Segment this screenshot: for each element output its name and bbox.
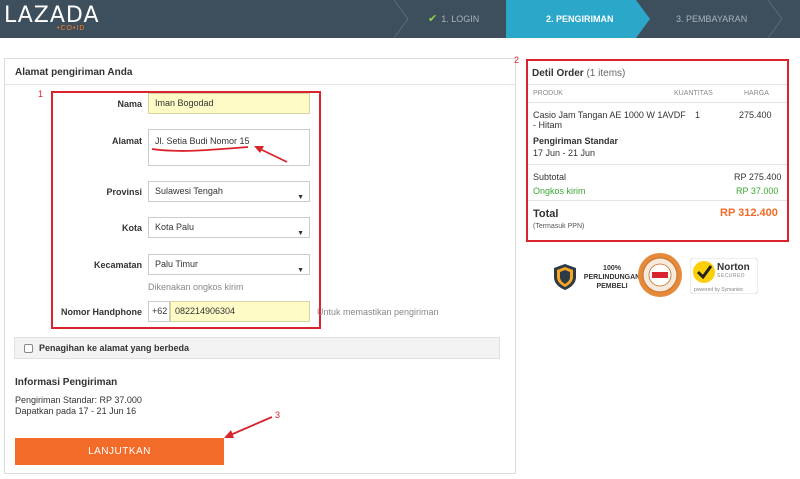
col-price: HARGA (744, 90, 769, 97)
shipping-cost-label: Ongkos kirim (533, 186, 586, 196)
panel-title: Alamat pengiriman Anda (15, 67, 133, 78)
step-login-label: 1. LOGIN (441, 14, 480, 24)
shipping-info-title: Informasi Pengiriman (15, 377, 118, 388)
buyer-protection-shield-icon (554, 264, 576, 290)
step-pembayaran-label: 3. PEMBAYARAN (676, 14, 748, 24)
order-divider (528, 84, 787, 85)
annotation-number-1: 1 (38, 89, 44, 99)
phone-prefix: +62 (148, 301, 170, 322)
product-name: Casio Jam Tangan AE 1000 W 1AVDF (533, 110, 686, 120)
annotation-box-1 (51, 91, 321, 329)
panel-divider (5, 84, 515, 85)
different-billing-checkbox[interactable] (24, 344, 33, 353)
security-seal-icon (638, 253, 682, 297)
order-item-count: (1 items) (586, 68, 626, 79)
product-name-line2: - Hitam (533, 120, 562, 130)
tax-note: (Termasuk PPN) (533, 223, 585, 230)
active-step-arrow (636, 0, 650, 38)
provinsi-value: Sulawesi Tengah (155, 186, 223, 196)
norton-secured-label: SECURED (717, 273, 745, 279)
kota-label: Kota (122, 223, 142, 233)
phone-input[interactable]: 082214906304 (170, 301, 310, 322)
phone-label: Nomor Handphone (61, 307, 142, 317)
logo-domain: •CO•ID (57, 25, 86, 32)
alamat-label: Alamat (111, 136, 142, 146)
protection-line1: 100% (603, 265, 621, 272)
check-icon: ✔ (428, 13, 438, 25)
subtotal-label: Subtotal (533, 172, 567, 182)
nama-input[interactable]: Iman Bogodad (148, 93, 310, 114)
different-billing-label: Penagihan ke alamat yang berbeda (39, 343, 190, 353)
shipping-info-cost: Pengiriman Standar: RP 37.000 (15, 395, 142, 405)
chevron-down-icon: ▼ (297, 230, 304, 237)
protection-line3: PEMBELI (596, 283, 628, 290)
norton-label: Norton (717, 262, 750, 273)
order-divider (528, 200, 787, 201)
kecamatan-hint: Dikenakan ongkos kirim (148, 282, 244, 292)
norton-powered-by: powered by Symantec (694, 287, 744, 293)
kecamatan-select[interactable]: Palu Timur ▼ (148, 254, 310, 275)
phone-hint: Untuk memastikan pengiriman (317, 307, 439, 317)
annotation-number-2: 2 (514, 55, 520, 65)
order-divider (528, 164, 787, 165)
chevron-down-icon: ▼ (297, 267, 304, 274)
step-pengiriman-label: 2. PENGIRIMAN (546, 14, 614, 24)
kota-value: Kota Palu (155, 222, 195, 232)
chevron-down-icon: ▼ (297, 194, 304, 201)
buyer-protection-badge: 100% PERLINDUNGAN PEMBELI (583, 264, 641, 291)
step-login: ✔ 1. LOGIN (428, 0, 479, 38)
nama-label: Nama (117, 99, 142, 109)
col-product: PRODUK (533, 90, 563, 97)
step-pengiriman: 2. PENGIRIMAN (546, 0, 614, 38)
different-billing-bar[interactable]: Penagihan ke alamat yang berbeda (14, 337, 500, 359)
kecamatan-label: Kecamatan (93, 260, 142, 270)
product-quantity: 1 (695, 110, 701, 120)
annotation-number-3: 3 (275, 410, 281, 420)
total-value: RP 312.400 (720, 207, 778, 219)
kota-select[interactable]: Kota Palu ▼ (148, 217, 310, 238)
product-price: 275.400 (739, 110, 772, 120)
alamat-textarea[interactable]: Jl. Setia Budi Nomor 15 (148, 129, 310, 166)
order-title-label: Detil Order (532, 68, 584, 79)
provinsi-label: Provinsi (106, 187, 142, 197)
order-title: Detil Order (1 items) (532, 68, 625, 79)
subtotal-value: RP 275.400 (734, 172, 782, 182)
shipping-cost-value: RP 37.000 (736, 186, 779, 196)
protection-line2: PERLINDUNGAN (583, 274, 641, 281)
shipping-info-date: Dapatkan pada 17 - 21 Jun 16 (15, 406, 137, 416)
shipping-date: 17 Jun - 21 Jun (533, 148, 596, 158)
col-quantity: KUANTITAS (674, 90, 713, 97)
order-divider (528, 102, 787, 103)
kecamatan-value: Palu Timur (155, 259, 199, 269)
step-pembayaran: 3. PEMBAYARAN (676, 0, 747, 38)
shipping-type: Pengiriman Standar (533, 136, 619, 146)
total-label: Total (533, 208, 559, 220)
provinsi-select[interactable]: Sulawesi Tengah ▼ (148, 181, 310, 202)
continue-button[interactable]: LANJUTKAN (15, 438, 224, 465)
